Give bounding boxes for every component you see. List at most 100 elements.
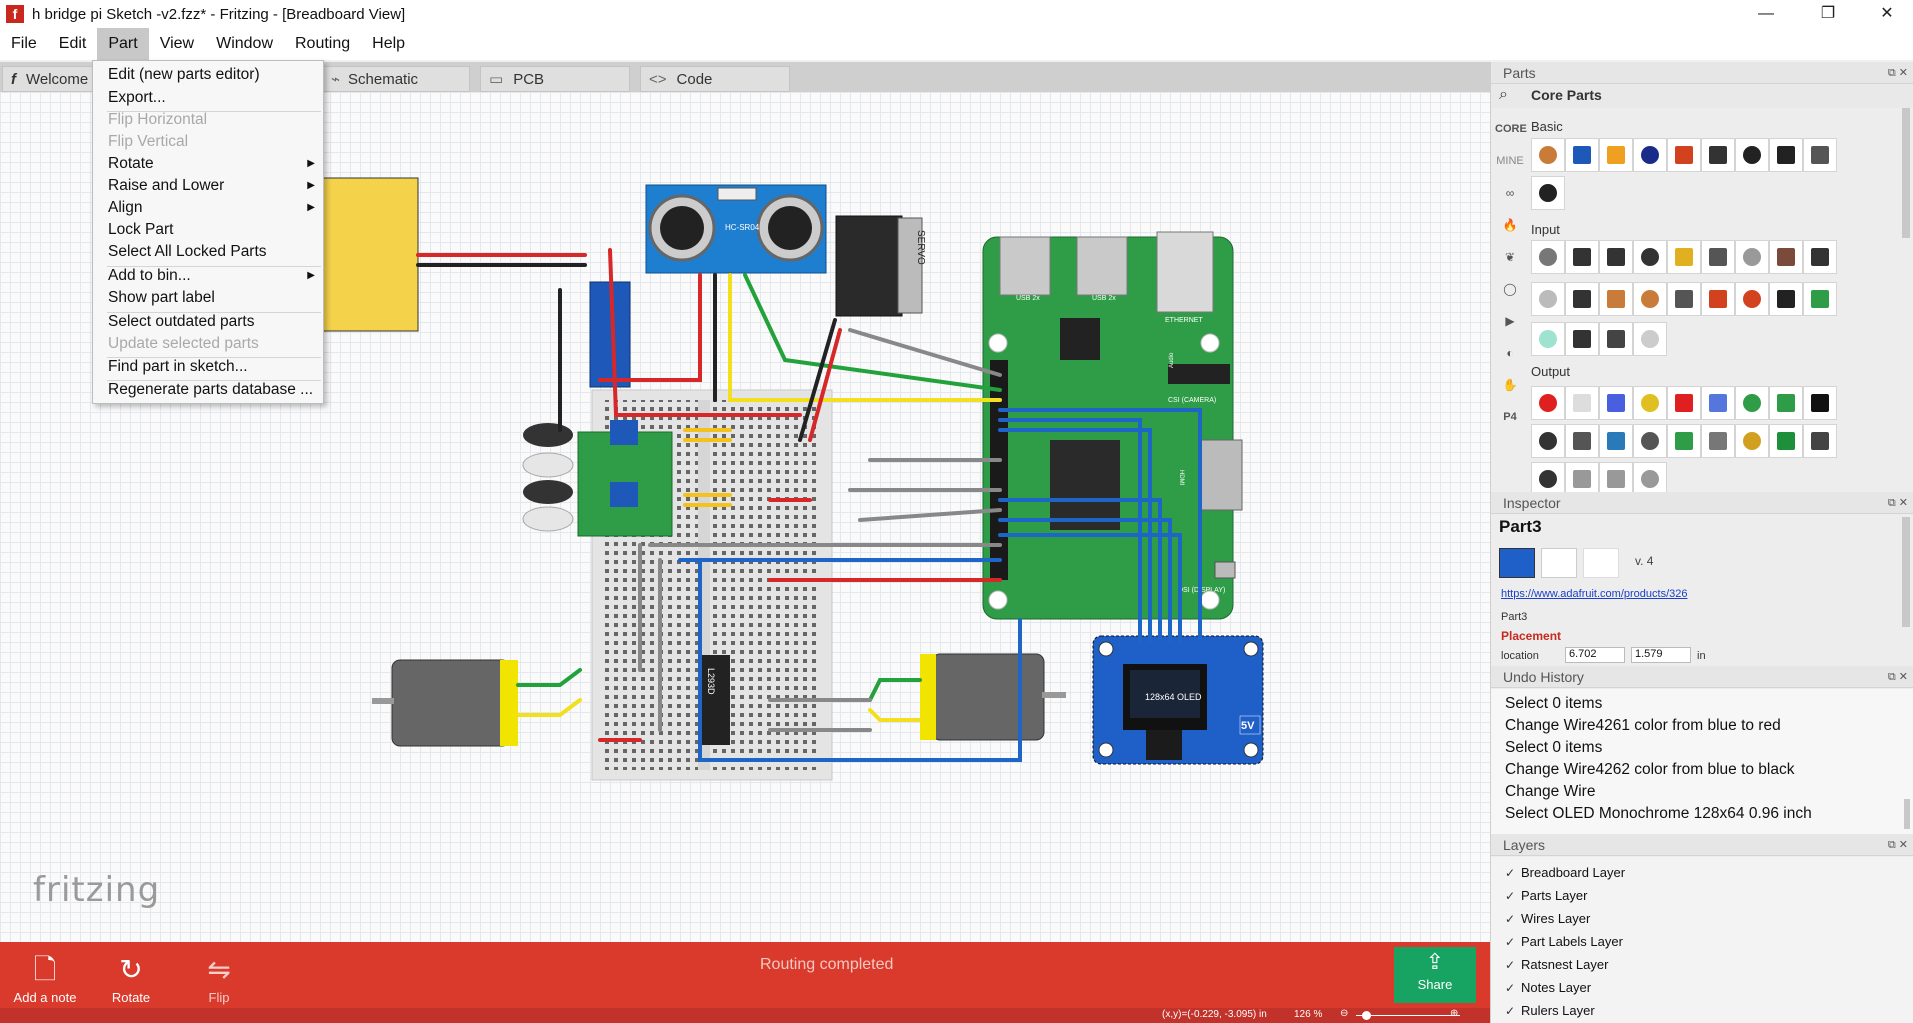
check-icon[interactable]: ✓ [1505,912,1521,926]
menu-add-to-bin[interactable]: Add to bin... ▶ [93,265,323,287]
part-bin-tile[interactable] [1667,386,1701,420]
menu-select-all-locked[interactable]: Select All Locked Parts [93,241,323,263]
sparkfun-bin-icon[interactable]: 🔥 [1495,210,1525,240]
play-bin-icon[interactable]: ▶ [1495,306,1525,336]
part-bin-tile[interactable] [1735,240,1769,274]
part-bin-tile[interactable] [1735,282,1769,316]
seeed-bin-icon[interactable]: ❦ [1495,242,1525,272]
part-bin-tile[interactable] [1803,138,1837,172]
tab-pcb[interactable]: ▭ PCB [480,66,630,92]
part-bin-tile[interactable] [1633,282,1667,316]
menu-show-part-label[interactable]: Show part label [93,287,323,309]
check-icon[interactable]: ✓ [1505,889,1521,903]
layer-item[interactable]: ✓ Ratsnest Layer [1505,957,1608,972]
panel-float-close-icon[interactable]: ⧉ ✕ [1888,666,1908,688]
tab-code[interactable]: <> Code [640,66,790,92]
p4-bin-icon[interactable]: P4 [1495,402,1525,432]
intel-bin-icon[interactable]: ◯ [1495,274,1525,304]
menu-edit[interactable]: Edit [48,28,98,60]
close-button[interactable]: ✕ [1864,0,1910,28]
check-icon[interactable]: ✓ [1505,935,1521,949]
part-bin-tile[interactable] [1599,240,1633,274]
part-bin-tile[interactable] [1667,282,1701,316]
menu-export[interactable]: Export... [93,87,323,109]
part-bin-tile[interactable] [1531,282,1565,316]
part-bin-tile[interactable] [1667,138,1701,172]
layer-item[interactable]: ✓ Notes Layer [1505,980,1591,995]
part-bin-tile[interactable] [1769,138,1803,172]
part-bin-tile[interactable] [1701,424,1735,458]
part-bin-tile[interactable] [1633,240,1667,274]
part-bin-tile[interactable] [1735,138,1769,172]
part-bin-tile[interactable] [1599,282,1633,316]
part-bin-tile[interactable] [1599,386,1633,420]
search-icon[interactable]: ⌕ [1499,86,1508,104]
location-y-input[interactable]: 1.579 [1631,647,1691,663]
part-bin-tile[interactable] [1633,462,1667,496]
add-note-button[interactable]: 🗋 Add a note [10,950,80,1005]
part-url-link[interactable]: https://www.adafruit.com/products/326 [1501,588,1687,600]
location-x-input[interactable]: 6.702 [1565,647,1625,663]
part-bin-tile[interactable] [1701,240,1735,274]
core-bin-tab[interactable]: CORE [1495,114,1527,144]
tab-schematic[interactable]: ⌁ Schematic [322,66,470,92]
maximize-button[interactable]: ❐ [1805,0,1851,28]
undo-item[interactable]: Select 0 items [1505,695,1602,713]
rotate-button[interactable]: ↻ Rotate [100,950,162,1005]
part-bin-tile[interactable] [1803,282,1837,316]
yellow-part[interactable] [321,177,419,332]
check-icon[interactable]: ✓ [1505,866,1521,880]
part-bin-tile[interactable] [1599,138,1633,172]
part-bin-tile[interactable] [1701,282,1735,316]
menu-window[interactable]: Window [205,28,284,60]
layer-item[interactable]: ✓ Rulers Layer [1505,1003,1595,1018]
part-bin-tile[interactable] [1531,386,1565,420]
dc-motor-left[interactable] [391,659,511,747]
snap-bin-icon[interactable]: ◐ [1495,338,1525,368]
parts-scrollbar[interactable] [1902,108,1910,238]
share-button[interactable]: ⇪ Share [1394,947,1476,1003]
part-bin-tile[interactable] [1565,424,1599,458]
hand-bin-icon[interactable]: ✋ [1495,370,1525,400]
menu-routing[interactable]: Routing [284,28,361,60]
check-icon[interactable]: ✓ [1505,958,1521,972]
part-bin-tile[interactable] [1565,138,1599,172]
part-bin-tile[interactable] [1803,240,1837,274]
part-bin-tile[interactable] [1565,386,1599,420]
layer-item[interactable]: ✓ Wires Layer [1505,911,1590,926]
layer-item[interactable]: ✓ Parts Layer [1505,888,1587,903]
menu-edit-new-parts-editor[interactable]: Edit (new parts editor) [93,64,323,86]
dc-motor-right[interactable] [931,653,1045,741]
part-bin-tile[interactable] [1531,240,1565,274]
zoom-slider[interactable] [1356,1015,1460,1016]
part-bin-tile[interactable] [1531,138,1565,172]
layer-item[interactable]: ✓ Breadboard Layer [1505,865,1625,880]
part-bin-tile[interactable] [1633,322,1667,356]
undo-item[interactable]: Change Wire [1505,783,1595,801]
part-bin-tile[interactable] [1633,386,1667,420]
part-bin-tile[interactable] [1599,322,1633,356]
servo-motor[interactable] [835,215,903,317]
menu-part[interactable]: Part [97,28,149,60]
layer-item[interactable]: ✓ Part Labels Layer [1505,934,1623,949]
undo-item[interactable]: Change Wire4262 color from blue to black [1505,761,1794,779]
part-bin-tile[interactable] [1599,424,1633,458]
undo-item[interactable]: Select OLED Monochrome 128x64 0.96 inch [1505,805,1812,823]
panel-float-close-icon[interactable]: ⧉ ✕ [1888,834,1908,856]
panel-float-close-icon[interactable]: ⧉ ✕ [1888,492,1908,514]
part-bin-tile[interactable] [1633,138,1667,172]
undo-item[interactable]: Select 0 items [1505,739,1602,757]
menu-view[interactable]: View [149,28,205,60]
check-icon[interactable]: ✓ [1505,981,1521,995]
part-bin-tile[interactable] [1531,176,1565,210]
undo-scrollbar[interactable] [1904,799,1910,829]
part-bin-tile[interactable] [1769,386,1803,420]
menu-help[interactable]: Help [361,28,416,60]
part-bin-tile[interactable] [1769,282,1803,316]
arduino-bin-icon[interactable]: ∞ [1495,178,1525,208]
undo-item[interactable]: Change Wire4261 color from blue to red [1505,717,1781,735]
zoom-out-icon[interactable]: ⊖ [1340,1008,1348,1019]
tab-welcome[interactable]: f Welcome [2,66,94,92]
menu-regenerate-db[interactable]: Regenerate parts database ... [93,379,323,401]
menu-rotate[interactable]: Rotate ▶ [93,153,323,175]
